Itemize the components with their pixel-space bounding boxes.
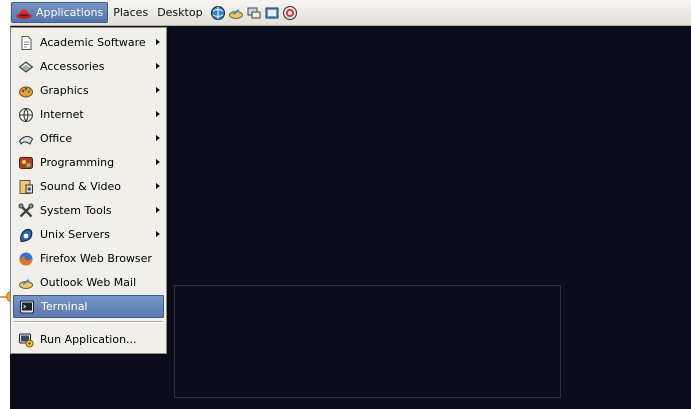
menu-item-label: Outlook Web Mail (40, 276, 137, 289)
submenu-arrow-icon (156, 183, 160, 189)
applications-menu-button[interactable]: Applications (11, 2, 109, 23)
submenu-arrow-icon (156, 63, 160, 69)
terminal-icon (19, 299, 35, 315)
graphics-icon (18, 83, 34, 99)
system-tools-icon (18, 203, 34, 219)
unix-servers-icon (18, 227, 34, 243)
redhat-icon (16, 5, 32, 21)
menu-item-system-tools[interactable]: System Tools (13, 199, 164, 222)
menu-item-accessories[interactable]: Accessories (13, 55, 164, 78)
submenu-arrow-icon (156, 111, 160, 117)
applications-menu: Academic Software Accessories Graphics I… (10, 27, 167, 354)
firefox-icon (18, 251, 34, 267)
help-icon[interactable] (282, 5, 298, 21)
internet-icon (18, 107, 34, 123)
academic-icon (18, 35, 34, 51)
menu-item-label: System Tools (40, 204, 112, 217)
menu-item-label: Sound & Video (40, 180, 122, 193)
menu-item-firefox-web-browser[interactable]: Firefox Web Browser (13, 247, 164, 270)
menu-separator (14, 321, 163, 323)
menu-item-label: Firefox Web Browser (40, 252, 152, 265)
places-menu-button[interactable]: Places (109, 2, 152, 23)
sound-video-icon (18, 179, 34, 195)
submenu-arrow-icon (156, 87, 160, 93)
web-browser-icon[interactable] (210, 5, 226, 21)
menu-item-label: Internet (40, 108, 84, 121)
submenu-arrow-icon (156, 231, 160, 237)
submenu-arrow-icon (156, 159, 160, 165)
menu-item-label: Accessories (40, 60, 105, 73)
menu-item-label: Graphics (40, 84, 89, 97)
accessories-icon (18, 59, 34, 75)
menu-item-programming[interactable]: Programming (13, 151, 164, 174)
panel-launchers (210, 5, 300, 21)
network-icon[interactable] (246, 5, 262, 21)
menu-item-unix-servers[interactable]: Unix Servers (13, 223, 164, 246)
menu-item-label: Terminal (41, 300, 88, 313)
menu-item-label: Run Application... (40, 333, 137, 346)
menu-item-graphics[interactable]: Graphics (13, 79, 164, 102)
menu-item-label: Academic Software (40, 36, 146, 49)
menu-item-outlook-web-mail[interactable]: Outlook Web Mail (13, 271, 164, 294)
top-panel: Applications Places Desktop (10, 0, 691, 26)
submenu-arrow-icon (156, 135, 160, 141)
mail-icon[interactable] (228, 5, 244, 21)
web-mail-icon (18, 275, 34, 291)
menu-item-label: Unix Servers (40, 228, 110, 241)
submenu-arrow-icon (156, 39, 160, 45)
run-application-icon (18, 332, 34, 348)
menu-item-run-application[interactable]: Run Application... (13, 328, 164, 351)
menu-item-terminal[interactable]: Terminal (13, 295, 164, 318)
desktop-menu-label: Desktop (157, 6, 203, 19)
terminal-window-outline (174, 285, 561, 398)
places-menu-label: Places (113, 6, 149, 19)
desktop-menu-button[interactable]: Desktop (153, 2, 206, 23)
menu-item-label: Office (40, 132, 73, 145)
menu-item-office[interactable]: Office (13, 127, 164, 150)
menu-item-label: Programming (40, 156, 115, 169)
submenu-arrow-icon (156, 207, 160, 213)
menu-item-sound-video[interactable]: Sound & Video (13, 175, 164, 198)
menu-item-academic-software[interactable]: Academic Software (13, 31, 164, 54)
applications-menu-label: Applications (36, 6, 104, 19)
office-icon (18, 131, 34, 147)
programming-icon (18, 155, 34, 171)
menu-item-internet[interactable]: Internet (13, 103, 164, 126)
document-icon[interactable] (264, 5, 280, 21)
